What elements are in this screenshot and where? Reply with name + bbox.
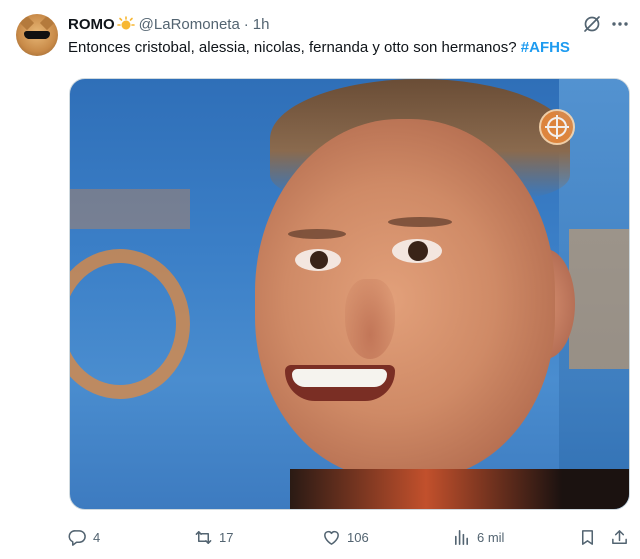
more-options-icon[interactable] xyxy=(610,14,630,34)
share-button[interactable] xyxy=(610,524,635,550)
background-shape-right xyxy=(569,229,629,369)
avatar-sunglasses xyxy=(24,31,50,39)
heart-icon xyxy=(324,530,339,545)
tweet[interactable]: ROMO @LaRomoneta · 1h Entonces cristobal… xyxy=(0,0,640,559)
bookmark-button[interactable] xyxy=(578,524,603,550)
tweet-body: Entonces cristobal, alessia, nicolas, fe… xyxy=(68,39,521,56)
pupil-right xyxy=(408,241,428,261)
like-button[interactable]: 106 xyxy=(322,524,369,550)
logo-equator xyxy=(545,126,569,128)
background-ring xyxy=(70,249,190,399)
pupil-left xyxy=(310,251,328,269)
author-name[interactable]: ROMO xyxy=(68,16,115,33)
views-button[interactable]: 6 mil xyxy=(452,524,504,550)
hashtag-link[interactable]: #AFHS xyxy=(521,39,570,56)
background-shape xyxy=(70,189,190,229)
shirt xyxy=(290,469,629,509)
like-count: 106 xyxy=(347,529,369,545)
tweet-header: ROMO @LaRomoneta · 1h xyxy=(68,14,269,34)
tweet-image[interactable] xyxy=(69,78,630,510)
face xyxy=(255,119,555,479)
avatar[interactable] xyxy=(16,14,58,56)
grok-icon[interactable] xyxy=(582,14,602,34)
retweet-count: 17 xyxy=(219,529,234,545)
tweet-timestamp[interactable]: 1h xyxy=(253,16,270,33)
avatar-ear-left xyxy=(19,15,35,31)
eyebrow-left xyxy=(288,229,346,239)
retweet-button[interactable]: 17 xyxy=(194,524,233,550)
analytics-icon xyxy=(454,529,469,545)
reply-button[interactable]: 4 xyxy=(68,524,100,550)
avatar-ear-right xyxy=(39,15,55,31)
action-bar: 4 17 106 6 mil xyxy=(68,524,633,550)
reply-icon xyxy=(68,529,86,546)
teeth xyxy=(292,369,387,387)
eyebrow-right xyxy=(388,217,452,227)
tweet-text: Entonces cristobal, alessia, nicolas, fe… xyxy=(68,38,633,58)
views-count: 6 mil xyxy=(477,529,505,545)
retweet-icon xyxy=(195,530,212,544)
separator-dot: · xyxy=(243,15,249,33)
nose xyxy=(345,279,395,359)
author-handle[interactable]: @LaRomoneta xyxy=(139,16,240,33)
tv-broadcaster-logo-icon xyxy=(539,109,575,145)
reply-count: 4 xyxy=(93,529,101,545)
bookmark-icon xyxy=(581,529,594,545)
share-icon xyxy=(612,529,627,544)
sun-emoji-icon xyxy=(116,15,135,33)
